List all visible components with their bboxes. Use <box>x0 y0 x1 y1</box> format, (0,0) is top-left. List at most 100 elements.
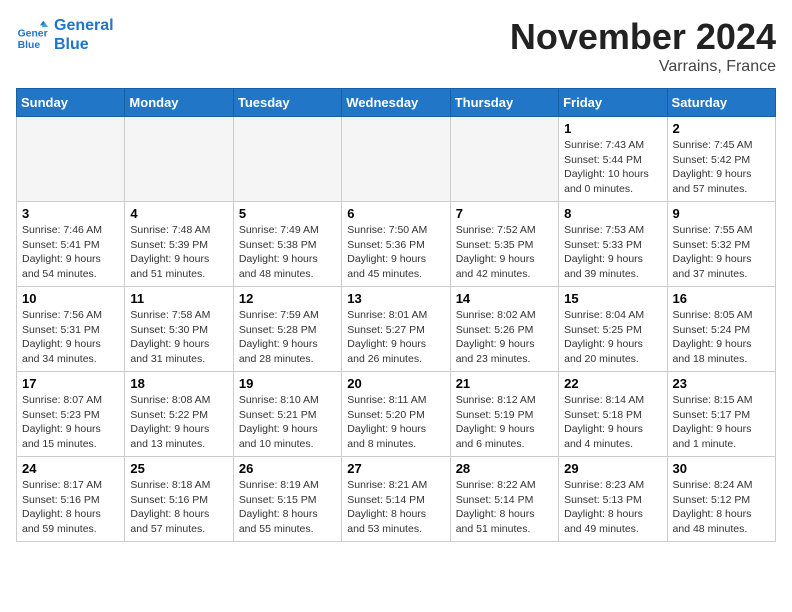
calendar-cell: 3 Sunrise: 7:46 AM Sunset: 5:41 PM Daylig… <box>17 202 125 287</box>
calendar-cell: 9 Sunrise: 7:55 AM Sunset: 5:32 PM Daylig… <box>667 202 775 287</box>
calendar-cell: 18 Sunrise: 8:08 AM Sunset: 5:22 PM Dayli… <box>125 372 233 457</box>
calendar-cell <box>233 117 341 202</box>
day-detail: Sunrise: 7:46 AM Sunset: 5:41 PM Dayligh… <box>22 223 119 282</box>
calendar-cell: 14 Sunrise: 8:02 AM Sunset: 5:26 PM Dayli… <box>450 287 558 372</box>
day-detail: Sunrise: 7:48 AM Sunset: 5:39 PM Dayligh… <box>130 223 227 282</box>
week-row-5: 24Sunrise: 8:17 AM Sunset: 5:16 PM Dayli… <box>17 457 776 542</box>
title-area: November 2024 Varrains, France <box>510 16 776 76</box>
day-detail: Sunrise: 8:02 AM Sunset: 5:26 PM Dayligh… <box>456 308 553 367</box>
day-number: 22 <box>564 376 661 391</box>
day-number: 5 <box>239 206 336 221</box>
day-number: 23 <box>673 376 770 391</box>
day-number: 1 <box>564 121 661 136</box>
calendar-cell: 10 Sunrise: 7:56 AM Sunset: 5:31 PM Dayli… <box>17 287 125 372</box>
day-number: 17 <box>22 376 119 391</box>
calendar-header-row: SundayMondayTuesdayWednesdayThursdayFrid… <box>17 89 776 117</box>
day-detail: Sunrise: 8:07 AM Sunset: 5:23 PM Dayligh… <box>22 393 119 452</box>
calendar-cell: 28Sunrise: 8:22 AM Sunset: 5:14 PM Dayli… <box>450 457 558 542</box>
day-number: 24 <box>22 461 119 476</box>
calendar-cell: 12 Sunrise: 7:59 AM Sunset: 5:28 PM Dayli… <box>233 287 341 372</box>
calendar-cell: 7 Sunrise: 7:52 AM Sunset: 5:35 PM Daylig… <box>450 202 558 287</box>
day-detail: Sunrise: 8:18 AM Sunset: 5:16 PM Dayligh… <box>130 478 227 537</box>
day-detail: Sunrise: 8:10 AM Sunset: 5:21 PM Dayligh… <box>239 393 336 452</box>
day-number: 21 <box>456 376 553 391</box>
day-number: 26 <box>239 461 336 476</box>
day-number: 6 <box>347 206 444 221</box>
day-number: 20 <box>347 376 444 391</box>
day-detail: Sunrise: 8:19 AM Sunset: 5:15 PM Dayligh… <box>239 478 336 537</box>
day-header-sunday: Sunday <box>17 89 125 117</box>
day-number: 27 <box>347 461 444 476</box>
calendar-cell: 21 Sunrise: 8:12 AM Sunset: 5:19 PM Dayli… <box>450 372 558 457</box>
logo-line2: Blue <box>54 35 114 54</box>
week-row-4: 17 Sunrise: 8:07 AM Sunset: 5:23 PM Dayli… <box>17 372 776 457</box>
svg-text:General: General <box>18 29 48 40</box>
day-number: 10 <box>22 291 119 306</box>
day-detail: Sunrise: 7:52 AM Sunset: 5:35 PM Dayligh… <box>456 223 553 282</box>
day-number: 9 <box>673 206 770 221</box>
day-detail: Sunrise: 8:01 AM Sunset: 5:27 PM Dayligh… <box>347 308 444 367</box>
calendar-cell: 17 Sunrise: 8:07 AM Sunset: 5:23 PM Dayli… <box>17 372 125 457</box>
day-detail: Sunrise: 8:24 AM Sunset: 5:12 PM Dayligh… <box>673 478 770 537</box>
logo-line1: General <box>54 16 114 35</box>
day-number: 11 <box>130 291 227 306</box>
day-number: 18 <box>130 376 227 391</box>
day-detail: Sunrise: 8:05 AM Sunset: 5:24 PM Dayligh… <box>673 308 770 367</box>
calendar-cell: 5Sunrise: 7:49 AM Sunset: 5:38 PM Daylig… <box>233 202 341 287</box>
day-detail: Sunrise: 7:58 AM Sunset: 5:30 PM Dayligh… <box>130 308 227 367</box>
day-header-tuesday: Tuesday <box>233 89 341 117</box>
week-row-3: 10 Sunrise: 7:56 AM Sunset: 5:31 PM Dayli… <box>17 287 776 372</box>
day-header-thursday: Thursday <box>450 89 558 117</box>
week-row-2: 3 Sunrise: 7:46 AM Sunset: 5:41 PM Daylig… <box>17 202 776 287</box>
location: Varrains, France <box>510 58 776 76</box>
calendar-cell: 16 Sunrise: 8:05 AM Sunset: 5:24 PM Dayli… <box>667 287 775 372</box>
calendar-cell: 1 Sunrise: 7:43 AM Sunset: 5:44 PM Daylig… <box>559 117 667 202</box>
calendar-cell: 25 Sunrise: 8:18 AM Sunset: 5:16 PM Dayli… <box>125 457 233 542</box>
calendar-cell: 19Sunrise: 8:10 AM Sunset: 5:21 PM Dayli… <box>233 372 341 457</box>
day-number: 7 <box>456 206 553 221</box>
day-detail: Sunrise: 7:45 AM Sunset: 5:42 PM Dayligh… <box>673 138 770 197</box>
day-detail: Sunrise: 7:43 AM Sunset: 5:44 PM Dayligh… <box>564 138 661 197</box>
day-detail: Sunrise: 7:56 AM Sunset: 5:31 PM Dayligh… <box>22 308 119 367</box>
day-number: 2 <box>673 121 770 136</box>
calendar-cell: 22 Sunrise: 8:14 AM Sunset: 5:18 PM Dayli… <box>559 372 667 457</box>
day-detail: Sunrise: 7:55 AM Sunset: 5:32 PM Dayligh… <box>673 223 770 282</box>
calendar-cell <box>125 117 233 202</box>
calendar-cell <box>450 117 558 202</box>
day-detail: Sunrise: 8:11 AM Sunset: 5:20 PM Dayligh… <box>347 393 444 452</box>
calendar-cell: 8Sunrise: 7:53 AM Sunset: 5:33 PM Daylig… <box>559 202 667 287</box>
calendar-cell: 26 Sunrise: 8:19 AM Sunset: 5:15 PM Dayli… <box>233 457 341 542</box>
calendar-cell: 6 Sunrise: 7:50 AM Sunset: 5:36 PM Daylig… <box>342 202 450 287</box>
calendar-cell <box>17 117 125 202</box>
day-number: 28 <box>456 461 553 476</box>
day-number: 12 <box>239 291 336 306</box>
day-number: 15 <box>564 291 661 306</box>
calendar-cell: 30 Sunrise: 8:24 AM Sunset: 5:12 PM Dayli… <box>667 457 775 542</box>
day-header-friday: Friday <box>559 89 667 117</box>
day-detail: Sunrise: 7:59 AM Sunset: 5:28 PM Dayligh… <box>239 308 336 367</box>
day-number: 30 <box>673 461 770 476</box>
week-row-1: 1 Sunrise: 7:43 AM Sunset: 5:44 PM Daylig… <box>17 117 776 202</box>
calendar-cell: 27Sunrise: 8:21 AM Sunset: 5:14 PM Dayli… <box>342 457 450 542</box>
calendar-cell: 15Sunrise: 8:04 AM Sunset: 5:25 PM Dayli… <box>559 287 667 372</box>
calendar-cell <box>342 117 450 202</box>
day-header-saturday: Saturday <box>667 89 775 117</box>
logo-icon: General Blue <box>16 19 48 51</box>
day-number: 29 <box>564 461 661 476</box>
month-title: November 2024 <box>510 16 776 58</box>
day-number: 25 <box>130 461 227 476</box>
calendar-cell: 2 Sunrise: 7:45 AM Sunset: 5:42 PM Daylig… <box>667 117 775 202</box>
day-number: 16 <box>673 291 770 306</box>
day-number: 3 <box>22 206 119 221</box>
day-number: 13 <box>347 291 444 306</box>
day-detail: Sunrise: 7:53 AM Sunset: 5:33 PM Dayligh… <box>564 223 661 282</box>
day-detail: Sunrise: 8:08 AM Sunset: 5:22 PM Dayligh… <box>130 393 227 452</box>
day-detail: Sunrise: 8:14 AM Sunset: 5:18 PM Dayligh… <box>564 393 661 452</box>
calendar-cell: 24Sunrise: 8:17 AM Sunset: 5:16 PM Dayli… <box>17 457 125 542</box>
calendar-cell: 13 Sunrise: 8:01 AM Sunset: 5:27 PM Dayli… <box>342 287 450 372</box>
calendar-cell: 20 Sunrise: 8:11 AM Sunset: 5:20 PM Dayli… <box>342 372 450 457</box>
day-detail: Sunrise: 8:12 AM Sunset: 5:19 PM Dayligh… <box>456 393 553 452</box>
day-detail: Sunrise: 8:15 AM Sunset: 5:17 PM Dayligh… <box>673 393 770 452</box>
day-number: 14 <box>456 291 553 306</box>
day-detail: Sunrise: 7:50 AM Sunset: 5:36 PM Dayligh… <box>347 223 444 282</box>
